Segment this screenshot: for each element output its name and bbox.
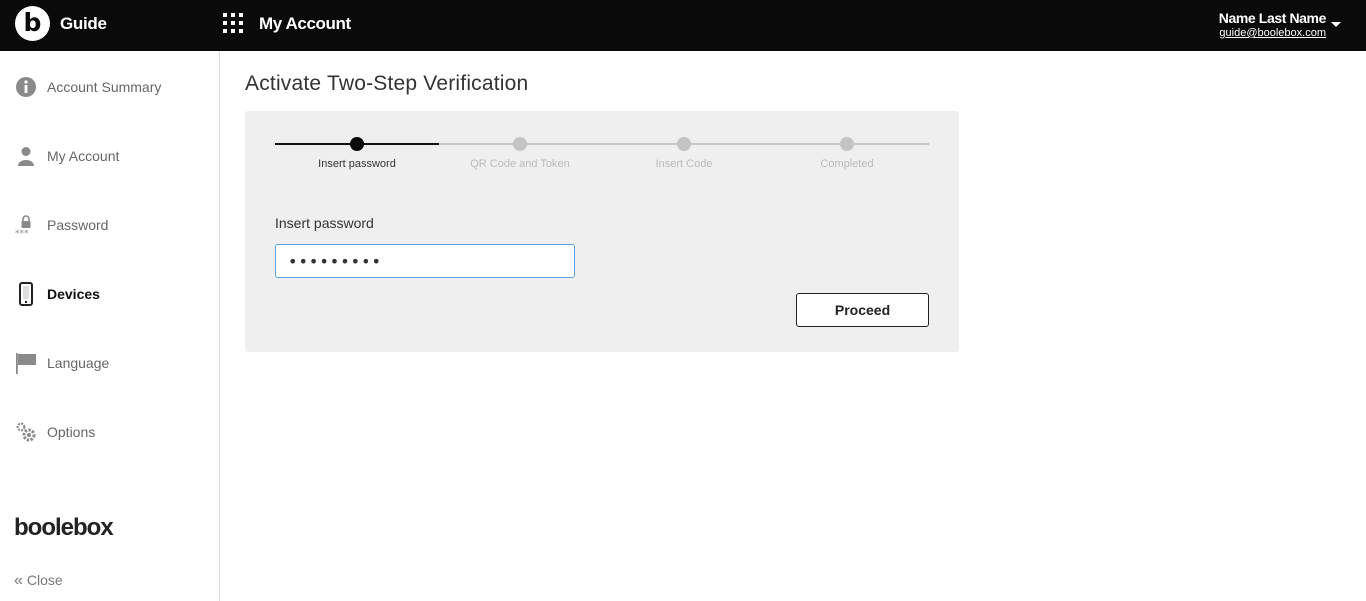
- section-title: My Account: [259, 14, 351, 33]
- user-name: Name Last Name: [1218, 10, 1327, 26]
- sidebar-item-label: Password: [47, 217, 109, 233]
- user-menu[interactable]: Name Last Name guide@boolebox.com: [1218, 10, 1327, 40]
- step-dot: [840, 137, 854, 151]
- sidebar-item-account-summary[interactable]: Account Summary: [0, 67, 219, 107]
- info-icon: [14, 75, 38, 99]
- step-insert-code: Insert Code: [602, 133, 766, 170]
- step-dot: [677, 137, 691, 151]
- sidebar-item-my-account[interactable]: My Account: [0, 136, 219, 176]
- close-sidebar-button[interactable]: «Close: [14, 572, 63, 590]
- step-label: Insert password: [318, 158, 396, 170]
- sidebar-item-language[interactable]: Language: [0, 343, 219, 383]
- user-icon: [14, 144, 38, 168]
- sidebar-item-devices[interactable]: Devices: [0, 274, 219, 314]
- logo-letter: b: [23, 8, 42, 37]
- sidebar-item-password[interactable]: *** Password: [0, 205, 219, 245]
- svg-text:***: ***: [15, 229, 29, 237]
- step-label: Insert Code: [655, 158, 713, 170]
- password-field-label: Insert password: [275, 215, 374, 231]
- sidebar-item-label: My Account: [47, 148, 120, 164]
- step-label: QR Code and Token: [470, 158, 570, 170]
- boolebox-brand-logo: boolebox: [14, 514, 114, 541]
- apps-grid-icon[interactable]: [223, 13, 243, 33]
- step-completed: Completed: [765, 133, 929, 170]
- step-qr-code-and-token: QR Code and Token: [438, 133, 602, 170]
- double-chevron-left-icon: «: [14, 572, 23, 589]
- close-label: Close: [26, 572, 63, 588]
- sidebar-item-label: Account Summary: [47, 79, 162, 95]
- stepper: Insert password QR Code and Token Insert…: [275, 133, 929, 173]
- proceed-button[interactable]: Proceed: [796, 293, 929, 327]
- verification-panel: Insert password QR Code and Token Insert…: [245, 111, 959, 352]
- phone-icon: [14, 282, 38, 306]
- step-insert-password: Insert password: [275, 133, 439, 170]
- app-title: Guide: [60, 14, 107, 33]
- sidebar: Account Summary My Account *** Password …: [0, 51, 220, 601]
- password-input[interactable]: [275, 244, 575, 278]
- flag-icon: [14, 351, 38, 375]
- step-dot: [513, 137, 527, 151]
- sidebar-item-label: Options: [47, 424, 96, 440]
- user-email[interactable]: guide@boolebox.com: [1219, 26, 1326, 40]
- lock-icon: ***: [14, 213, 38, 237]
- gears-icon: [14, 420, 38, 444]
- top-bar: b Guide My Account Name Last Name guide@…: [0, 0, 1366, 51]
- sidebar-item-options[interactable]: Options: [0, 412, 219, 452]
- caret-down-icon[interactable]: [1331, 22, 1341, 27]
- page-title: Activate Two-Step Verification: [245, 72, 529, 95]
- sidebar-item-label: Language: [47, 355, 110, 371]
- step-label: Completed: [820, 158, 874, 170]
- boolebox-logo[interactable]: b: [15, 6, 50, 41]
- sidebar-item-label: Devices: [47, 286, 100, 302]
- step-dot: [350, 137, 364, 151]
